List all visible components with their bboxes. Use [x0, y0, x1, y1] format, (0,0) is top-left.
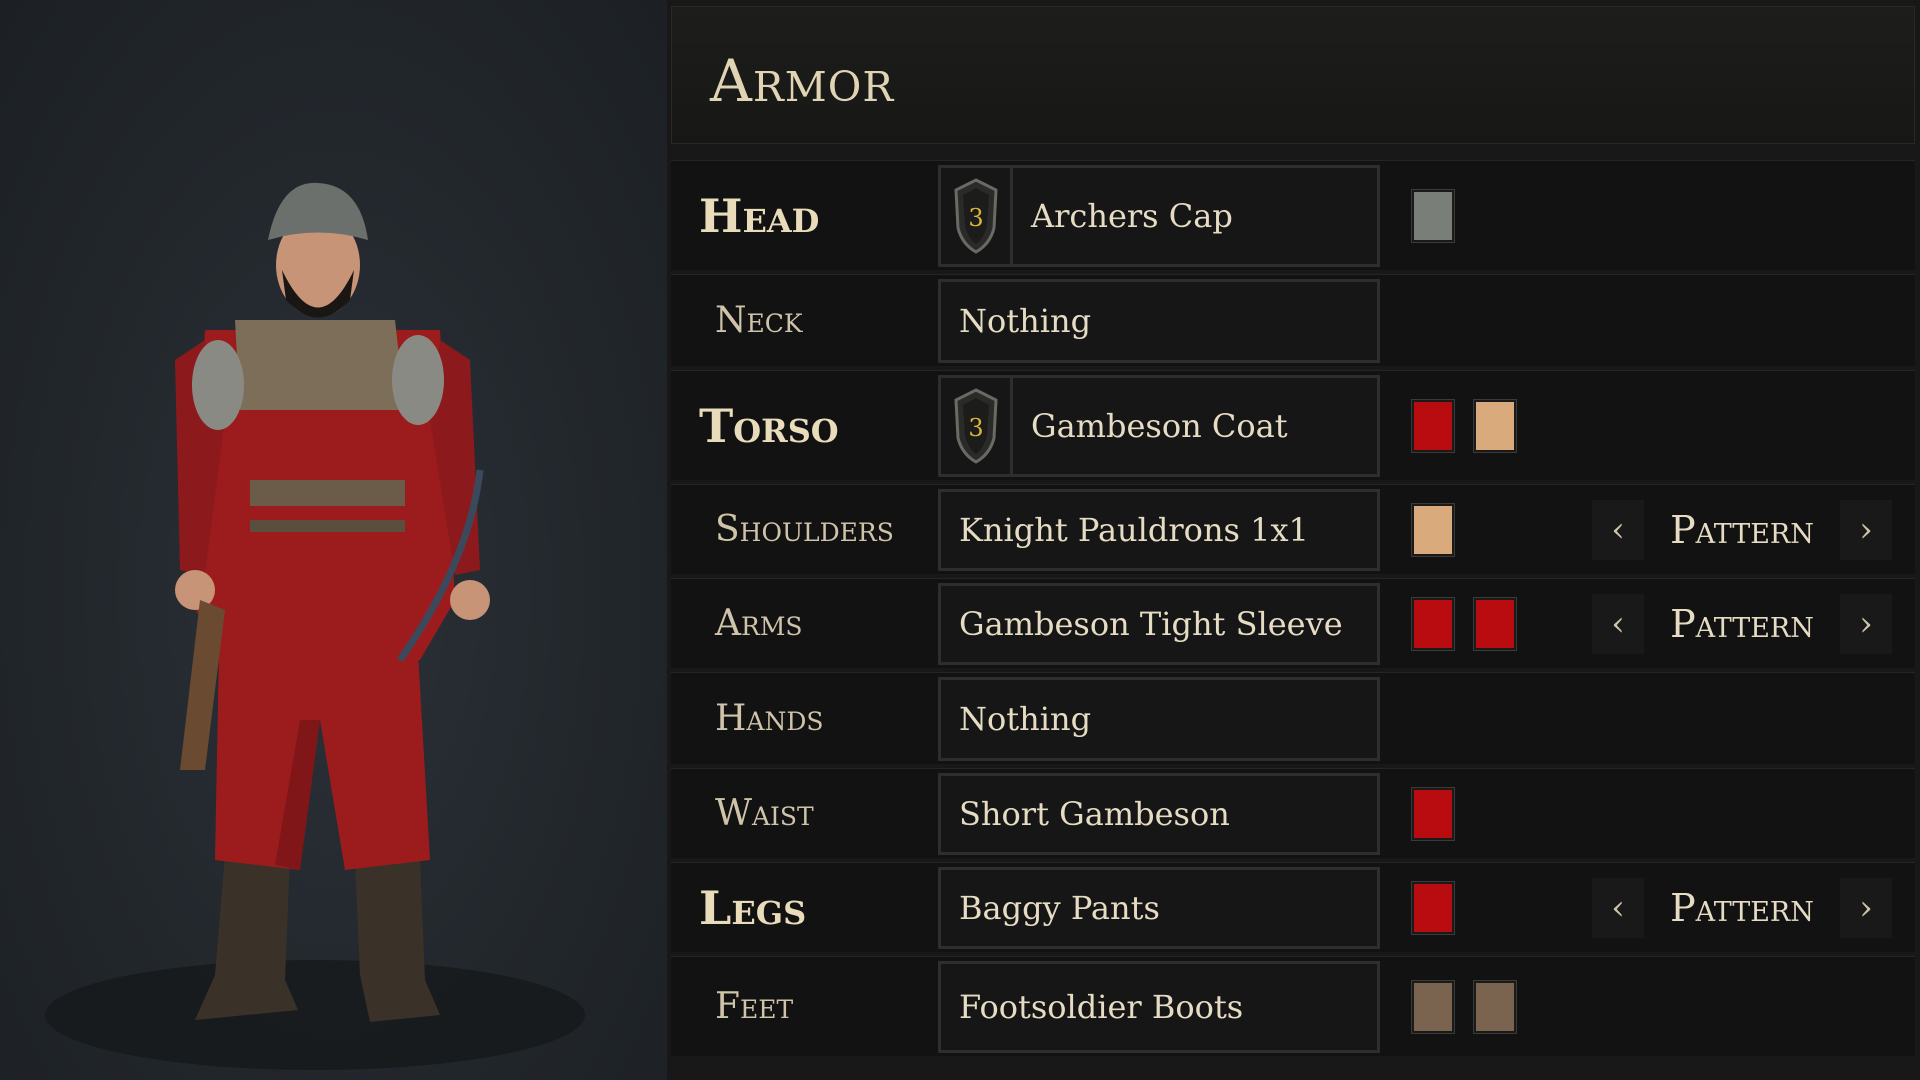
- slot-row-hands: Hands Nothing: [671, 672, 1915, 764]
- tier-shield-icon: 3: [941, 168, 1013, 264]
- pattern-label: Pattern: [1670, 886, 1814, 930]
- item-name: Gambeson Coat: [1031, 407, 1288, 445]
- slot-row-torso: Torso 3 Gambeson Coat: [671, 370, 1915, 480]
- item-selector-feet[interactable]: Footsoldier Boots: [938, 961, 1380, 1053]
- slot-row-waist: Waist Short Gambeson: [671, 768, 1915, 858]
- item-selector-shoulders[interactable]: Knight Pauldrons 1x1: [938, 489, 1380, 571]
- character-preview[interactable]: [0, 0, 667, 1080]
- item-selector-legs[interactable]: Baggy Pants: [938, 867, 1380, 949]
- ground-shadow: [45, 960, 585, 1070]
- item-name: Archers Cap: [1031, 197, 1233, 235]
- item-name: Baggy Pants: [959, 889, 1160, 927]
- chevron-right-icon[interactable]: ›: [1840, 878, 1892, 938]
- slot-label: Shoulders: [715, 509, 894, 550]
- slot-row-legs: Legs Baggy Pants ‹ Pattern ›: [671, 862, 1915, 952]
- left-boot: [195, 855, 298, 1020]
- item-name: Knight Pauldrons 1x1: [959, 511, 1309, 549]
- archers-cap: [268, 182, 368, 240]
- color-swatch-2[interactable]: [1473, 980, 1517, 1034]
- chevron-left-icon[interactable]: ‹: [1592, 594, 1644, 654]
- slot-label: Waist: [715, 793, 814, 834]
- color-swatch-1[interactable]: [1411, 980, 1455, 1034]
- belt: [250, 480, 405, 506]
- tier-shield-icon: 3: [941, 378, 1013, 474]
- slot-row-neck: Neck Nothing: [671, 274, 1915, 366]
- item-selector-neck[interactable]: Nothing: [938, 279, 1380, 363]
- right-boot: [355, 860, 440, 1022]
- pattern-selector: ‹ Pattern ›: [1592, 500, 1892, 560]
- color-swatch-1[interactable]: [1411, 787, 1455, 841]
- item-name: Footsoldier Boots: [959, 988, 1244, 1026]
- armor-header: Armor: [671, 6, 1915, 144]
- pattern-selector: ‹ Pattern ›: [1592, 878, 1892, 938]
- item-selector-waist[interactable]: Short Gambeson: [938, 773, 1380, 855]
- color-swatch-1[interactable]: [1411, 189, 1455, 243]
- tier-number: 3: [968, 204, 983, 232]
- left-pauldron: [192, 340, 244, 430]
- slot-label: Neck: [715, 300, 803, 341]
- tier-number: 3: [968, 414, 983, 442]
- pattern-selector: ‹ Pattern ›: [1592, 594, 1892, 654]
- slot-row-feet: Feet Footsoldier Boots: [671, 956, 1915, 1056]
- right-hand: [450, 580, 490, 620]
- slot-label: Feet: [715, 986, 794, 1027]
- slot-label: Hands: [715, 698, 824, 739]
- right-pauldron: [392, 335, 444, 425]
- slot-row-shoulders: Shoulders Knight Pauldrons 1x1 ‹ Pattern ›: [671, 484, 1915, 574]
- character-model: [45, 182, 585, 1070]
- vest: [235, 320, 405, 410]
- item-name: Short Gambeson: [959, 795, 1230, 833]
- color-swatch-2[interactable]: [1473, 399, 1517, 453]
- color-swatch-1[interactable]: [1411, 503, 1455, 557]
- chevron-left-icon[interactable]: ‹: [1592, 500, 1644, 560]
- slot-label: Arms: [715, 603, 803, 644]
- armor-title: Armor: [710, 47, 895, 115]
- item-selector-torso[interactable]: 3 Gambeson Coat: [938, 375, 1380, 477]
- color-swatch-1[interactable]: [1411, 881, 1455, 935]
- item-selector-arms[interactable]: Gambeson Tight Sleeve: [938, 583, 1380, 665]
- color-swatch-1[interactable]: [1411, 399, 1455, 453]
- slot-row-head: Head 3 Archers Cap: [671, 160, 1915, 270]
- armor-panel: Armor Head 3 Archers Cap Neck Nothing Torso 3 G…: [667, 0, 1920, 1080]
- color-swatch-2[interactable]: [1473, 597, 1517, 651]
- slot-row-arms: Arms Gambeson Tight Sleeve ‹ Pattern ›: [671, 578, 1915, 668]
- item-name: Gambeson Tight Sleeve: [959, 605, 1343, 643]
- color-swatch-1[interactable]: [1411, 597, 1455, 651]
- slot-label: Legs: [699, 880, 807, 935]
- item-selector-head[interactable]: 3 Archers Cap: [938, 165, 1380, 267]
- chevron-right-icon[interactable]: ›: [1840, 500, 1892, 560]
- slot-label: Head: [699, 188, 820, 243]
- chevron-right-icon[interactable]: ›: [1840, 594, 1892, 654]
- chevron-left-icon[interactable]: ‹: [1592, 878, 1644, 938]
- slot-label: Torso: [699, 398, 839, 453]
- item-name: Nothing: [959, 302, 1092, 340]
- item-selector-hands[interactable]: Nothing: [938, 677, 1380, 761]
- pattern-label: Pattern: [1670, 508, 1814, 552]
- pattern-label: Pattern: [1670, 602, 1814, 646]
- item-name: Nothing: [959, 700, 1092, 738]
